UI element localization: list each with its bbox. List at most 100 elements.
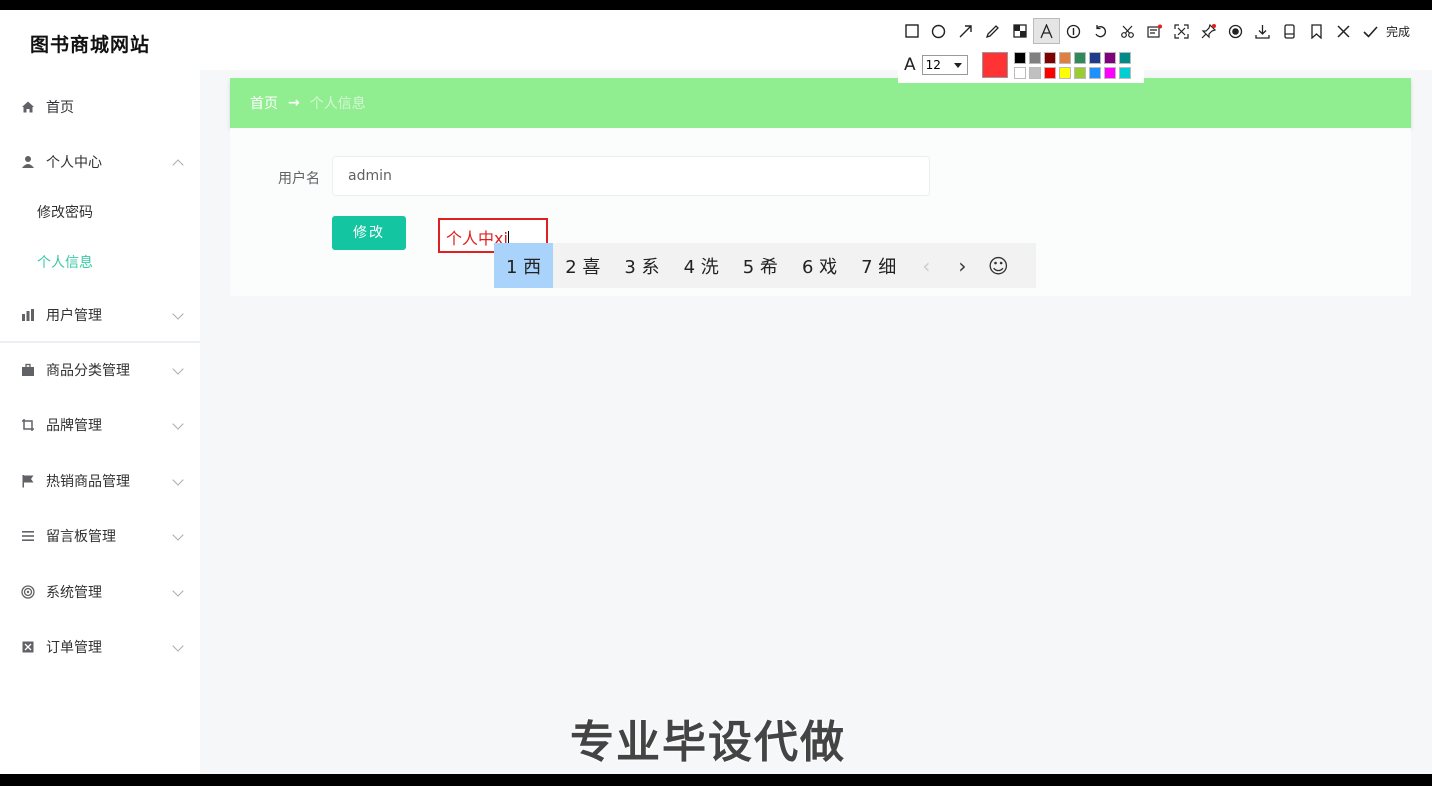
breadcrumb-separator: → xyxy=(288,95,300,111)
pin-icon[interactable] xyxy=(1195,18,1222,44)
briefcase-icon xyxy=(20,362,36,378)
chevron-down-icon xyxy=(172,418,184,430)
ime-candidate[interactable]: 6 戏 xyxy=(790,243,849,288)
sidebar-item-label: 留言板管理 xyxy=(46,529,116,545)
sidebar-item-label: 系统管理 xyxy=(46,585,102,601)
emoji-icon[interactable]: ☺ xyxy=(980,243,1016,288)
color-swatch[interactable] xyxy=(1043,51,1056,64)
text-style-toolbar: A 12 xyxy=(898,47,1144,83)
watermark-text: 专业毕设代做 xyxy=(570,717,846,768)
sidebar-subitem-profile[interactable]: 个人信息 xyxy=(0,237,200,287)
ime-candidate[interactable]: 5 希 xyxy=(731,243,790,288)
ocr-icon[interactable] xyxy=(1141,18,1168,44)
ime-prev-page-icon[interactable]: ‹ xyxy=(908,243,944,288)
sidebar: 首页 个人中心 修改密码 个人信息 用户管理 商品分类管理 品牌管理 热销商品管… xyxy=(0,70,200,774)
font-icon: A xyxy=(904,55,916,75)
pen-icon[interactable] xyxy=(979,18,1006,44)
bookmark-icon[interactable] xyxy=(1303,18,1330,44)
sidebar-item-label: 首页 xyxy=(46,100,74,116)
list-icon xyxy=(20,528,36,544)
save-icon[interactable] xyxy=(1276,18,1303,44)
sidebar-item-profile-center[interactable]: 个人中心 xyxy=(0,135,200,189)
chevron-down-icon xyxy=(172,640,184,652)
sidebar-item-home[interactable]: 首页 xyxy=(0,80,200,134)
ime-candidate[interactable]: 4 洗 xyxy=(672,243,731,288)
ime-candidate[interactable]: 7 细 xyxy=(849,243,908,288)
color-swatch[interactable] xyxy=(1103,66,1116,79)
color-swatch[interactable] xyxy=(1058,51,1071,64)
text-icon[interactable] xyxy=(1033,18,1060,44)
color-palette xyxy=(1013,51,1131,79)
flag-icon xyxy=(20,473,36,489)
breadcrumb: 首页 → 个人信息 xyxy=(230,78,1411,128)
ime-next-page-icon[interactable]: › xyxy=(944,243,980,288)
chevron-up-icon xyxy=(172,159,184,171)
sidebar-item-brands[interactable]: 品牌管理 xyxy=(0,398,200,452)
chevron-down-icon xyxy=(172,474,184,486)
color-swatch[interactable] xyxy=(1118,66,1131,79)
ime-candidate[interactable]: 1 西 xyxy=(494,243,554,288)
cut-icon[interactable] xyxy=(1114,18,1141,44)
chevron-down-icon xyxy=(172,529,184,541)
color-swatch[interactable] xyxy=(1043,66,1056,79)
current-color-swatch[interactable] xyxy=(981,52,1008,78)
number-icon[interactable] xyxy=(1060,18,1087,44)
rectangle-icon[interactable] xyxy=(898,18,925,44)
color-swatch[interactable] xyxy=(1013,66,1026,79)
ellipse-icon[interactable] xyxy=(925,18,952,44)
crop-icon xyxy=(20,417,36,433)
app-screen: 图书商城网站 首页 个人中心 修改密码 个人信息 用户管理 商品分类管理 品牌管… xyxy=(0,10,1432,774)
done-button[interactable]: 完成 xyxy=(1386,23,1410,40)
box-icon xyxy=(20,639,36,655)
color-swatch[interactable] xyxy=(1088,51,1101,64)
close-icon[interactable] xyxy=(1330,18,1357,44)
font-size-select[interactable]: 12 xyxy=(921,55,968,75)
username-label: 用户名 xyxy=(278,171,320,187)
ime-candidate[interactable]: 3 系 xyxy=(612,243,671,288)
mosaic-icon[interactable] xyxy=(1006,18,1033,44)
fullscreen-icon[interactable] xyxy=(1168,18,1195,44)
sidebar-item-users[interactable]: 用户管理 xyxy=(0,288,200,342)
sidebar-item-label: 品牌管理 xyxy=(46,418,102,434)
color-swatch[interactable] xyxy=(1028,51,1041,64)
color-swatch[interactable] xyxy=(1103,51,1116,64)
color-swatch[interactable] xyxy=(1118,51,1131,64)
color-swatch[interactable] xyxy=(1058,66,1071,79)
color-swatch[interactable] xyxy=(1073,51,1086,64)
undo-icon[interactable] xyxy=(1087,18,1114,44)
download-icon[interactable] xyxy=(1249,18,1276,44)
breadcrumb-current: 个人信息 xyxy=(309,96,366,112)
home-icon xyxy=(20,99,36,115)
color-swatch[interactable] xyxy=(1073,66,1086,79)
sidebar-subitem-change-password[interactable]: 修改密码 xyxy=(0,187,200,237)
color-swatch[interactable] xyxy=(1088,66,1101,79)
sidebar-item-label: 订单管理 xyxy=(46,640,102,656)
check-icon[interactable] xyxy=(1357,18,1384,44)
screenshot-toolbar: 完成 xyxy=(898,16,1432,46)
submit-button[interactable]: 修改 xyxy=(332,216,406,250)
target-icon xyxy=(20,584,36,600)
ime-candidate[interactable]: 2 喜 xyxy=(553,243,612,288)
sidebar-item-label: 商品分类管理 xyxy=(46,363,130,379)
record-icon[interactable] xyxy=(1222,18,1249,44)
chevron-down-icon xyxy=(172,363,184,375)
sidebar-item-hot-products[interactable]: 热销商品管理 xyxy=(0,454,200,508)
chevron-down-icon xyxy=(172,308,184,320)
user-icon xyxy=(20,154,36,170)
site-title: 图书商城网站 xyxy=(30,34,151,56)
chart-icon xyxy=(20,307,36,323)
sidebar-item-orders[interactable]: 订单管理 xyxy=(0,620,200,674)
arrow-icon[interactable] xyxy=(952,18,979,44)
sidebar-item-categories[interactable]: 商品分类管理 xyxy=(0,343,200,397)
color-swatch[interactable] xyxy=(1028,66,1041,79)
color-swatch[interactable] xyxy=(1013,51,1026,64)
sidebar-item-message-board[interactable]: 留言板管理 xyxy=(0,509,200,563)
username-input[interactable]: admin xyxy=(332,156,930,196)
sidebar-item-label: 热销商品管理 xyxy=(46,474,130,490)
ime-candidate-bar: 1 西 2 喜 3 系 4 洗 5 希 6 戏 7 细 ‹ › ☺ xyxy=(494,243,1036,288)
sidebar-item-system[interactable]: 系统管理 xyxy=(0,565,200,619)
breadcrumb-home[interactable]: 首页 xyxy=(250,93,278,113)
chevron-down-icon xyxy=(172,585,184,597)
sidebar-item-label: 个人中心 xyxy=(46,155,102,171)
sidebar-item-label: 用户管理 xyxy=(46,308,102,324)
